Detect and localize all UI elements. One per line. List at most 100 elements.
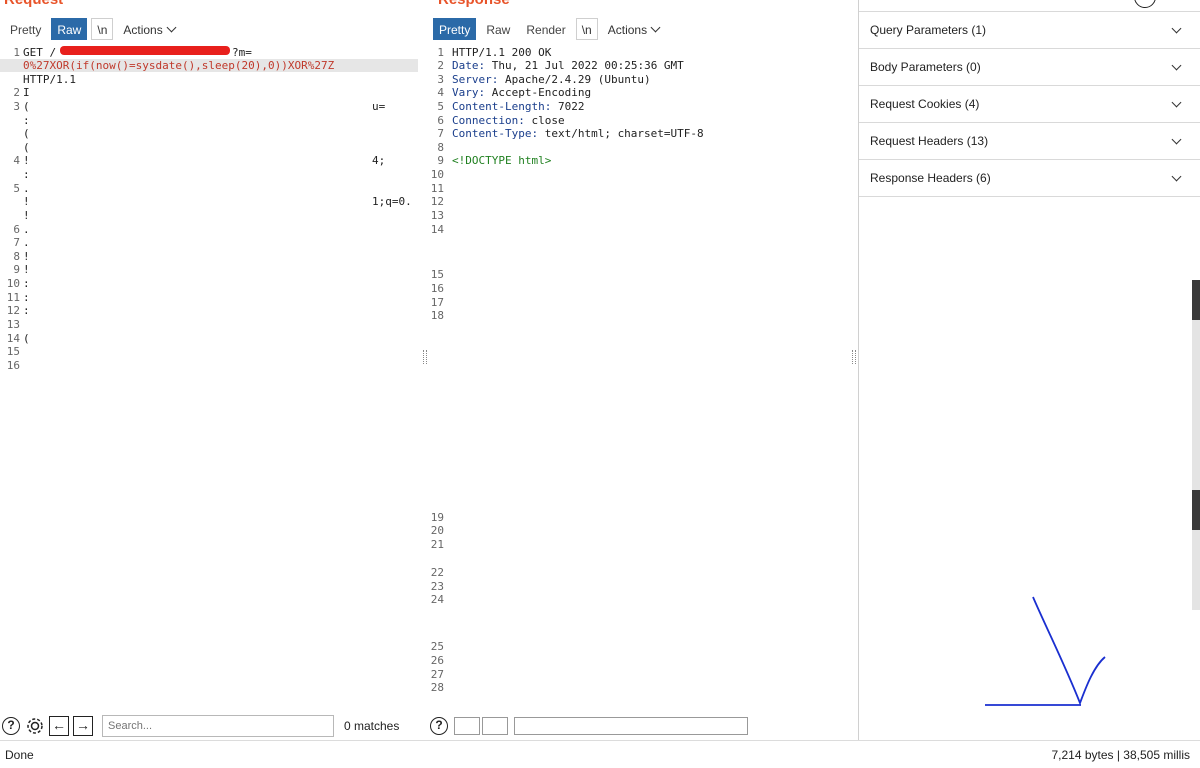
code-text: : — [23, 277, 30, 290]
line-number: 17 — [430, 296, 444, 309]
line-number: 13 — [430, 209, 444, 222]
line-number: 14 — [6, 332, 20, 345]
response-editor[interactable]: 1 HTTP/1.1 200 OK 2 Date: Thu, 21 Jul 2022 … — [428, 43, 850, 712]
response-title: Response — [438, 0, 510, 8]
line-number: 21 — [430, 538, 444, 551]
request-title: Request — [4, 0, 63, 8]
response-toolbar: Pretty Raw Render \n Actions — [433, 17, 666, 41]
inspector-split-handle[interactable] — [852, 350, 856, 364]
code-text: Content-Length: 7022 — [452, 100, 584, 113]
code-text: u= — [372, 100, 386, 113]
code-line: 6 Connection: close — [428, 114, 850, 127]
line-number: 14 — [430, 223, 444, 236]
chevron-down-icon[interactable] — [1171, 23, 1182, 34]
scrollbar-thumb[interactable] — [1192, 490, 1200, 530]
code-text: ( — [23, 141, 30, 154]
response-actions-menu[interactable]: Actions — [601, 18, 666, 40]
code-line: 27 — [428, 668, 850, 681]
annotation-arrow-icon — [985, 596, 1106, 706]
chevron-down-icon[interactable] — [1171, 97, 1182, 108]
scrollbar[interactable] — [1192, 280, 1200, 610]
response-tab-render[interactable]: Render — [520, 18, 572, 40]
response-search-input[interactable] — [514, 717, 748, 735]
code-text: ! — [23, 250, 30, 263]
response-tab-raw[interactable]: Raw — [480, 18, 517, 40]
line-number: 5 — [437, 100, 444, 113]
inspector-section-label: Query Parameters (1) — [870, 23, 987, 37]
chevron-down-icon — [166, 22, 177, 33]
code-line: 2 Date: Thu, 21 Jul 2022 00:25:36 GMT — [428, 59, 850, 72]
header-value: Thu, 21 Jul 2022 00:25:36 GMT — [485, 59, 684, 72]
code-line: 25 — [428, 640, 850, 653]
inspector-section-label: Response Headers (6) — [870, 171, 991, 185]
request-editor[interactable]: 1 GET / ?m= 0%27XOR(if(now()=sysdate(),slee… — [0, 43, 418, 712]
code-text: Vary: Accept-Encoding — [452, 86, 591, 99]
line-number: 12 — [430, 195, 444, 208]
code-line: 28 — [428, 681, 850, 694]
code-text: ?m= — [232, 46, 252, 59]
request-search-bar: ? ← → 0 matches — [0, 712, 418, 740]
line-number: 1 — [437, 46, 444, 59]
code-text: . — [23, 182, 30, 195]
arrow-left-icon[interactable] — [454, 717, 480, 735]
gear-icon[interactable] — [24, 715, 46, 737]
inspector-section-label: Request Headers (13) — [870, 134, 989, 148]
line-number: 1 — [13, 46, 20, 59]
code-line: HTTP/1.1 — [0, 73, 418, 86]
code-line: 1 HTTP/1.1 200 OK — [428, 46, 850, 59]
inspector-section[interactable]: Request Cookies (4) — [859, 86, 1200, 123]
arrow-right-icon[interactable]: → — [72, 715, 94, 737]
response-tab-pretty[interactable]: Pretty — [433, 18, 477, 40]
help-icon[interactable]: ? — [428, 715, 450, 737]
code-text: ( — [23, 127, 30, 140]
chevron-down-icon[interactable] — [1171, 134, 1182, 145]
code-line: 12: — [0, 304, 418, 317]
code-text: . — [23, 236, 30, 249]
chevron-down-icon[interactable] — [1171, 171, 1182, 182]
line-number: 22 — [430, 566, 444, 579]
code-line: 6. — [0, 223, 418, 236]
help-circle-icon[interactable] — [1134, 0, 1156, 8]
request-tab-raw[interactable]: Raw — [51, 18, 88, 40]
header-name: Content-Type: — [452, 127, 539, 140]
code-line: ! — [0, 209, 418, 222]
code-line: 15 — [428, 268, 850, 281]
code-text: ! — [23, 154, 30, 167]
line-number: 15 — [430, 268, 444, 281]
request-newline-toggle[interactable]: \n — [91, 18, 114, 40]
code-text: . — [23, 223, 30, 236]
code-text: I — [23, 86, 30, 99]
help-icon[interactable]: ? — [0, 715, 22, 737]
code-text: ! — [23, 209, 30, 222]
line-number: 25 — [430, 640, 444, 653]
code-text: GET / — [23, 46, 57, 59]
code-line: 4! 4; — [0, 154, 418, 167]
request-tab-pretty[interactable]: Pretty — [4, 18, 48, 40]
arrow-left-icon[interactable]: ← — [48, 715, 70, 737]
chevron-down-icon — [650, 22, 661, 33]
line-number: 18 — [430, 309, 444, 322]
inspector-section[interactable]: Body Parameters (0) — [859, 49, 1200, 86]
inspector-section[interactable]: Response Headers (6) — [859, 160, 1200, 197]
search-match-count: 0 matches — [344, 719, 400, 733]
response-newline-toggle[interactable]: \n — [575, 18, 598, 40]
pane-split-handle[interactable] — [423, 350, 427, 364]
code-line: 11: — [0, 291, 418, 304]
code-text: ( — [23, 100, 30, 113]
arrow-right-icon[interactable] — [482, 717, 508, 735]
request-search-input[interactable] — [102, 715, 334, 737]
inspector-section[interactable]: Request Headers (13) — [859, 123, 1200, 160]
code-text: HTTP/1.1 200 OK — [452, 46, 552, 59]
code-text: ( — [23, 332, 30, 345]
code-text: Date: Thu, 21 Jul 2022 00:25:36 GMT — [452, 59, 684, 72]
inspector-section[interactable]: Query Parameters (1) — [859, 12, 1200, 49]
scrollbar-thumb[interactable] — [1192, 280, 1200, 320]
chevron-down-icon[interactable] — [1171, 60, 1182, 71]
code-line: 18 — [428, 309, 850, 322]
line-number: 12 — [6, 304, 20, 317]
request-actions-menu[interactable]: Actions — [117, 18, 181, 40]
code-line: 12 — [428, 195, 850, 208]
line-number: 16 — [6, 359, 20, 372]
status-bar: Done 7,214 bytes | 38,505 millis — [0, 740, 1200, 768]
response-pane: Response Pretty Raw Render \n Actions 1H… — [428, 0, 850, 712]
